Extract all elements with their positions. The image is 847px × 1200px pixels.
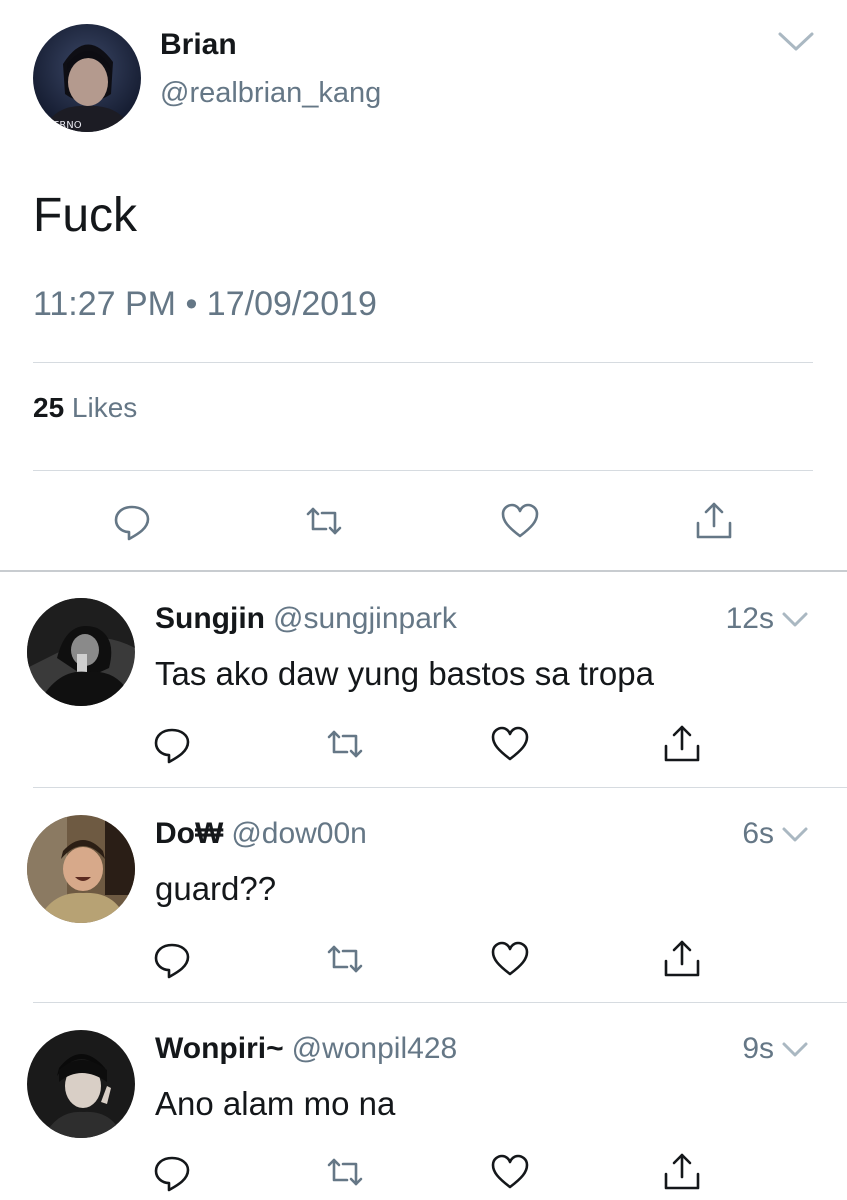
likes-label: Likes	[64, 392, 138, 423]
reply-author-handle[interactable]: @sungjinpark	[273, 602, 457, 635]
author-handle[interactable]: @realbrian_kang	[160, 77, 381, 110]
author-name[interactable]: Brian	[160, 28, 237, 62]
like-heart-icon[interactable]	[488, 1150, 532, 1194]
likes-number: 25	[33, 392, 65, 423]
tweet-timestamp[interactable]: 11:27 PM • 17/09/2019	[33, 285, 377, 324]
reply-time: 12s	[725, 602, 774, 635]
divider	[33, 470, 813, 471]
reply-avatar[interactable]	[27, 1030, 135, 1138]
reply-text: Tas ako daw yung bastos sa tropa	[155, 655, 654, 692]
reply-header[interactable]: Sungjin @sungjinpark	[155, 602, 457, 636]
reply-text: Ano alam mo na	[155, 1085, 396, 1122]
chevron-down-icon[interactable]	[780, 1040, 810, 1060]
divider	[33, 362, 813, 363]
reply-icon[interactable]	[150, 937, 194, 981]
like-heart-icon[interactable]	[498, 499, 542, 543]
chevron-down-icon[interactable]	[780, 610, 810, 630]
chevron-down-icon[interactable]	[776, 30, 816, 54]
section-separator	[0, 570, 847, 572]
reply-avatar[interactable]	[27, 815, 135, 923]
reply-icon[interactable]	[150, 722, 194, 766]
reply-header[interactable]: Wonpiri~ @wonpil428	[155, 1032, 457, 1066]
tweet-text: Fuck	[33, 189, 138, 242]
reply-author-name[interactable]: Do₩	[155, 817, 223, 850]
share-icon[interactable]	[692, 499, 736, 543]
reply-author-name[interactable]: Sungjin	[155, 602, 265, 635]
share-icon[interactable]	[660, 937, 704, 981]
reply-author-handle[interactable]: @wonpil428	[292, 1032, 458, 1065]
share-icon[interactable]	[660, 722, 704, 766]
share-icon[interactable]	[660, 1150, 704, 1194]
reply-author-name[interactable]: Wonpiri~	[155, 1032, 284, 1065]
reply-header[interactable]: Do₩ @dow00n	[155, 817, 367, 851]
retweet-icon[interactable]	[302, 499, 346, 543]
likes-count[interactable]: 25 Likes	[33, 392, 137, 424]
retweet-icon[interactable]	[323, 722, 367, 766]
reply-icon[interactable]	[150, 1150, 194, 1194]
like-heart-icon[interactable]	[488, 937, 532, 981]
retweet-icon[interactable]	[323, 937, 367, 981]
chevron-down-icon[interactable]	[780, 825, 810, 845]
like-heart-icon[interactable]	[488, 722, 532, 766]
reply-avatar[interactable]	[27, 598, 135, 706]
divider	[33, 787, 847, 788]
avatar[interactable]: ERNO	[33, 24, 141, 132]
retweet-icon[interactable]	[323, 1150, 367, 1194]
avatar-shirt-text: ERNO	[53, 120, 82, 131]
reply-time: 9s	[742, 1032, 774, 1065]
reply-icon[interactable]	[110, 499, 154, 543]
reply-author-handle[interactable]: @dow00n	[231, 817, 367, 850]
divider	[33, 1002, 847, 1003]
reply-text: guard??	[155, 870, 277, 907]
reply-time: 6s	[742, 817, 774, 850]
